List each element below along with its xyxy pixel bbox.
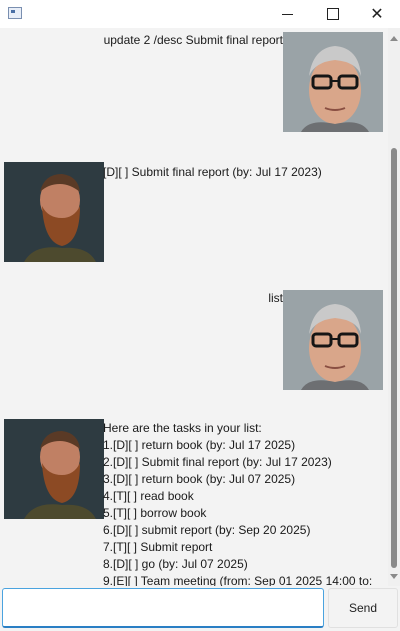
title-bar: ✕ [0, 0, 400, 28]
bot-dialog-box: [D][ ] Submit final report (by: Jul 17 2… [0, 160, 388, 265]
user-dialog-box: update 2 /desc Submit final report [0, 28, 388, 133]
minimize-button[interactable] [264, 0, 310, 28]
bot-dialog-box: Here are the tasks in your list: 1.[D][ … [0, 417, 388, 586]
scroll-thumb[interactable] [391, 148, 397, 568]
scroll-up-icon[interactable] [390, 36, 398, 41]
task-item: 1.[D][ ] return book (by: Jul 17 2025) [103, 438, 296, 452]
task-item: 2.[D][ ] Submit final report (by: Jul 17… [103, 455, 332, 469]
bot-message-text: Here are the tasks in your list: 1.[D][ … [103, 420, 372, 586]
task-item: 3.[D][ ] return book (by: Jul 07 2025) [103, 472, 296, 486]
bot-avatar [4, 419, 104, 519]
bot-avatar [4, 162, 104, 262]
task-list-header: Here are the tasks in your list: [103, 421, 262, 435]
maximize-icon [327, 8, 339, 20]
user-avatar [283, 290, 383, 390]
dialog-container[interactable]: update 2 /desc Submit final report [D][… [0, 28, 388, 586]
user-dialog-box: list [0, 286, 388, 391]
window-icon [8, 7, 22, 19]
task-item: 5.[T][ ] borrow book [103, 506, 207, 520]
send-button[interactable]: Send [328, 588, 398, 628]
close-button[interactable]: ✕ [354, 0, 400, 28]
task-item: 7.[T][ ] Submit report [103, 540, 213, 554]
vertical-scrollbar[interactable] [388, 28, 400, 586]
user-avatar [283, 32, 383, 132]
bot-message-text: [D][ ] Submit final report (by: Jul 17 2… [103, 165, 322, 179]
input-bar: Send [0, 586, 400, 631]
message-input[interactable] [2, 588, 324, 628]
task-item: 8.[D][ ] go (by: Jul 07 2025) [103, 557, 248, 571]
maximize-button[interactable] [310, 0, 356, 28]
task-item: 9.[E][ ] Team meeting (from: Sep 01 2025… [103, 574, 373, 586]
task-item: 4.[T][ ] read book [103, 489, 194, 503]
scroll-down-icon[interactable] [390, 574, 398, 579]
task-item: 6.[D][ ] submit report (by: Sep 20 2025) [103, 523, 311, 537]
close-icon: ✕ [370, 4, 384, 23]
minimize-icon [281, 13, 293, 15]
user-message-text: update 2 /desc Submit final report [103, 33, 283, 47]
user-message-text: list [268, 291, 283, 305]
